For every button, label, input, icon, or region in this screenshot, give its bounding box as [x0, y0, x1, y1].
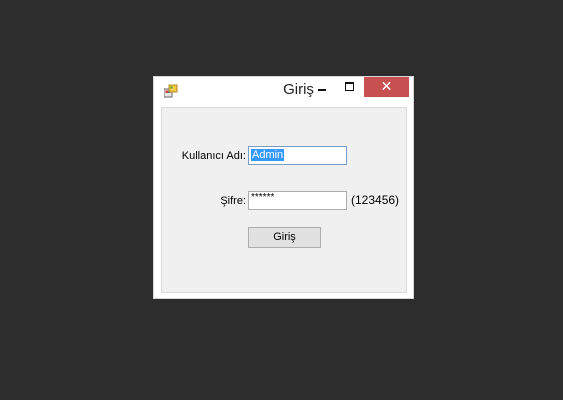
maximize-button[interactable]	[336, 77, 362, 97]
username-value: Admin	[251, 149, 285, 161]
login-window: Giriş ✕ Kullanıcı Adı: Admin Şifre: ****…	[153, 76, 414, 299]
close-button[interactable]: ✕	[364, 77, 409, 97]
username-label: Kullanıcı Adı:	[181, 150, 246, 162]
username-field[interactable]: Admin	[248, 146, 347, 165]
login-button[interactable]: Giriş	[248, 227, 321, 248]
desktop: Giriş ✕ Kullanıcı Adı: Admin Şifre: ****…	[0, 0, 563, 400]
password-field[interactable]: ******	[248, 191, 347, 210]
title-bar[interactable]: Giriş ✕	[154, 77, 413, 101]
password-hint: (123456)	[351, 193, 400, 207]
password-label: Şifre:	[220, 195, 246, 207]
minimize-button[interactable]	[310, 77, 336, 97]
password-mask: ******	[251, 192, 275, 203]
form-panel: Kullanıcı Adı: Admin Şifre: ****** (1234…	[161, 107, 407, 293]
maximize-icon	[345, 82, 354, 91]
close-icon: ✕	[380, 79, 393, 95]
minimize-icon	[318, 89, 326, 91]
